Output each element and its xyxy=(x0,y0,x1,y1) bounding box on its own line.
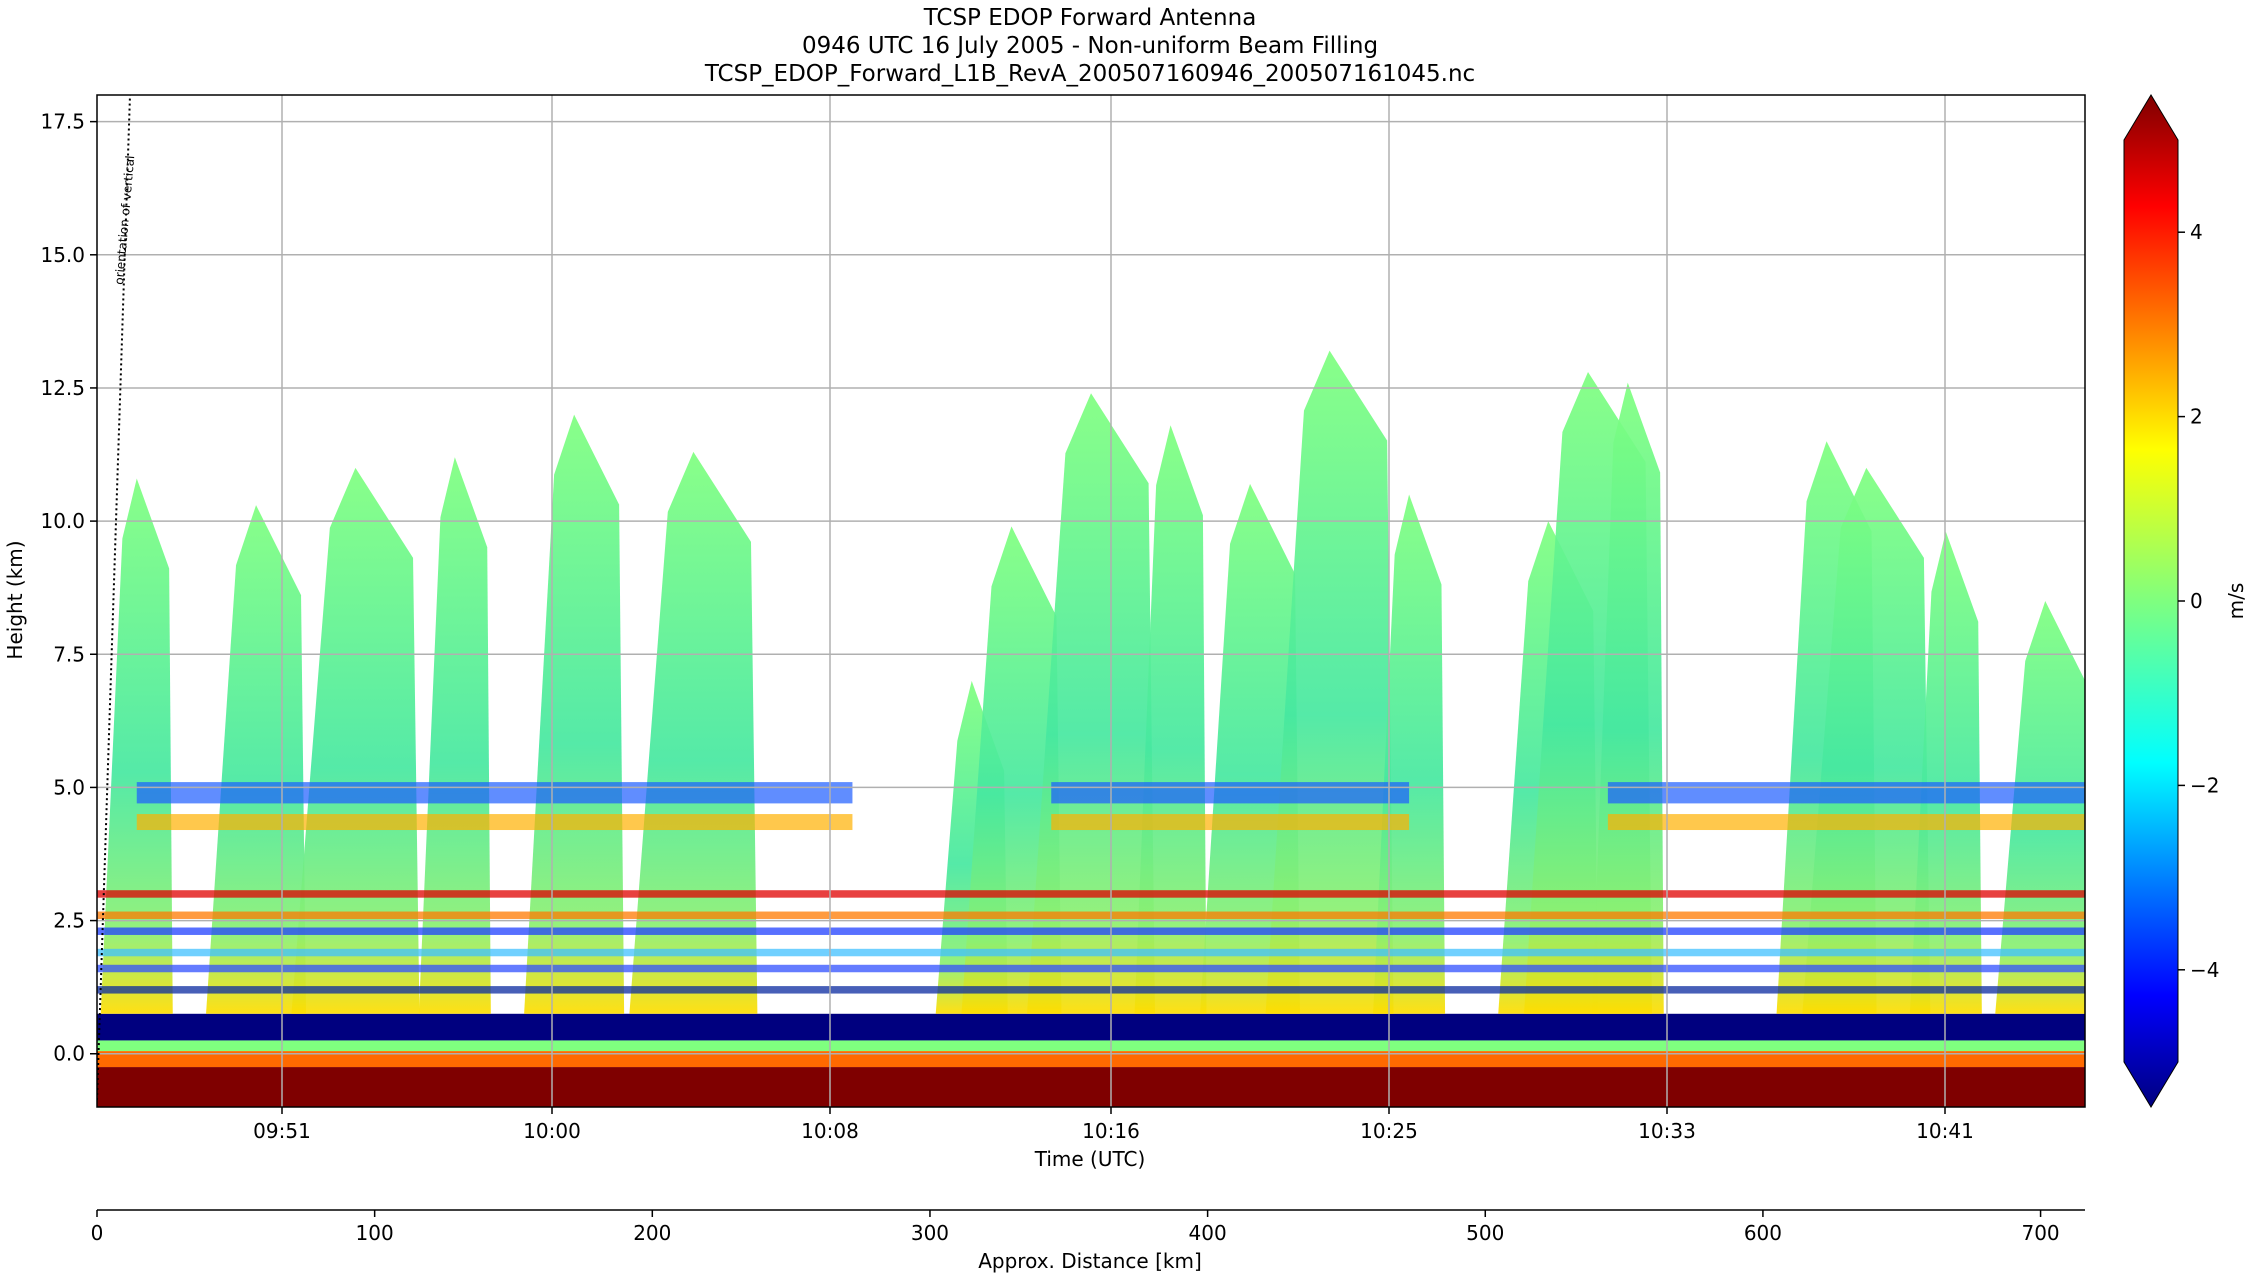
distance-tick-label: 200 xyxy=(633,1221,671,1245)
melting-layer-orange xyxy=(1607,814,2085,831)
chart-title: TCSP EDOP Forward Antenna 0946 UTC 16 Ju… xyxy=(704,5,1475,87)
colorbar-tick-label: 2 xyxy=(2190,405,2203,429)
distance-axis-ticks: 0 100 200 300 400 500 600 700 xyxy=(91,1210,2060,1245)
melting-layer-orange xyxy=(1051,814,1410,831)
melting-layer-blue xyxy=(1607,782,2085,804)
title-line-2: 0946 UTC 16 July 2005 - Non-uniform Beam… xyxy=(802,33,1378,59)
y-tick-label: 2.5 xyxy=(53,909,85,933)
background-layers xyxy=(97,1013,2085,1107)
y-tick-label: 5.0 xyxy=(53,775,85,799)
distance-tick-label: 0 xyxy=(91,1221,104,1245)
colorbar-gradient xyxy=(2123,94,2179,1108)
distance-axis-label: Approx. Distance [km] xyxy=(978,1249,1202,1273)
chart-figure: TCSP EDOP Forward Antenna 0946 UTC 16 Ju… xyxy=(3,5,2248,1273)
echo-band xyxy=(97,890,2085,898)
distance-tick-label: 500 xyxy=(1466,1221,1504,1245)
echo-band xyxy=(97,964,2085,973)
title-line-3: TCSP_EDOP_Forward_L1B_RevA_200507160946_… xyxy=(704,61,1475,87)
surface-band xyxy=(97,1040,2085,1052)
distance-tick-label: 100 xyxy=(356,1221,394,1245)
colorbar-tick-label: 4 xyxy=(2190,220,2203,244)
x-tick-label: 10:25 xyxy=(1360,1119,1418,1143)
x-tick-label: 10:41 xyxy=(1916,1119,1974,1143)
colorbar-tick-label: −2 xyxy=(2190,773,2219,797)
distance-tick-label: 600 xyxy=(1744,1221,1782,1245)
melting-layer-blue xyxy=(1051,782,1410,804)
surface-band xyxy=(97,1067,2085,1107)
distance-tick-label: 400 xyxy=(1189,1221,1227,1245)
y-tick-label: 17.5 xyxy=(40,110,85,134)
surface-band xyxy=(97,1013,2085,1041)
y-axis-ticks: 0.0 2.5 5.0 7.5 10.0 12.5 15.0 17.5 xyxy=(40,110,97,1066)
echo-band xyxy=(97,986,2085,994)
y-tick-label: 0.0 xyxy=(53,1042,85,1066)
y-tick-label: 7.5 xyxy=(53,642,85,666)
x-tick-label: 10:33 xyxy=(1638,1119,1696,1143)
y-tick-label: 10.0 xyxy=(40,509,85,533)
title-line-1: TCSP EDOP Forward Antenna xyxy=(923,5,1257,31)
x-axis-ticks: 09:51 10:00 10:08 10:16 10:25 10:33 10:41 xyxy=(253,1107,1974,1143)
distance-axis: 0 100 200 300 400 500 600 700 Approx. Distance … xyxy=(91,1209,2085,1273)
x-axis-label: Time (UTC) xyxy=(1034,1147,1146,1171)
colorbar-ticks: −4 −2 0 2 4 xyxy=(2178,220,2219,982)
x-tick-label: 10:00 xyxy=(523,1119,581,1143)
y-tick-label: 12.5 xyxy=(40,376,85,400)
cloud-column xyxy=(524,414,625,1014)
cloud-column xyxy=(206,505,307,1014)
orientation-annotation: orientation of vertical xyxy=(112,155,137,285)
colorbar: −4 −2 0 2 4 m/s xyxy=(2123,94,2248,1108)
melting-layer-blue xyxy=(136,782,853,804)
x-tick-label: 09:51 xyxy=(253,1119,311,1143)
colorbar-tick-label: −4 xyxy=(2190,958,2219,982)
distance-tick-label: 700 xyxy=(2021,1221,2059,1245)
melting-layer-orange xyxy=(136,814,853,831)
echo-band xyxy=(97,911,2085,919)
colorbar-label: m/s xyxy=(2224,583,2248,620)
echo-band xyxy=(97,948,2085,957)
colorbar-tick-label: 0 xyxy=(2190,589,2203,613)
x-tick-label: 10:08 xyxy=(801,1119,859,1143)
plot-area xyxy=(97,95,2085,1107)
echo-band xyxy=(97,927,2085,935)
distance-tick-label: 300 xyxy=(911,1221,949,1245)
x-tick-label: 10:16 xyxy=(1082,1119,1140,1143)
y-tick-label: 15.0 xyxy=(40,243,85,267)
y-axis-label: Height (km) xyxy=(3,540,27,659)
